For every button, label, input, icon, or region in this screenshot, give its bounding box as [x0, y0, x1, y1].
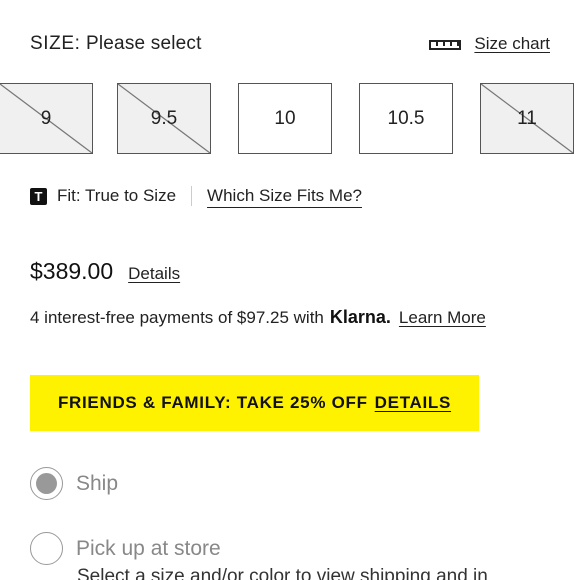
which-size-fits-link[interactable]: Which Size Fits Me?	[207, 186, 362, 206]
size-option-label: 10.5	[387, 107, 425, 129]
size-option-label: 9.5	[150, 107, 178, 129]
price-details-link[interactable]: Details	[128, 264, 180, 284]
size-option-10[interactable]: 10	[238, 83, 332, 154]
size-option-10-5[interactable]: 10.5	[359, 83, 453, 154]
size-chart-label: Size chart	[474, 34, 550, 53]
promo-text: FRIENDS & FAMILY: TAKE 25% OFF	[57, 393, 368, 412]
delivery-option-pickup[interactable]: Pick up at store	[30, 532, 221, 565]
product-options-panel: SIZE: Please select Size chart 9 9.5 10 …	[0, 0, 580, 580]
promo-banner: FRIENDS & FAMILY: TAKE 25% OFF DETAILS	[30, 375, 479, 431]
true-to-size-badge-icon: T	[30, 187, 47, 205]
fit-row: T Fit: True to Size Which Size Fits Me?	[30, 186, 362, 206]
klarna-row: 4 interest-free payments of $97.25 with …	[30, 307, 486, 328]
size-option-9[interactable]: 9	[0, 83, 93, 154]
radio-button[interactable]	[30, 532, 63, 565]
divider	[191, 186, 193, 206]
size-label: SIZE:	[30, 33, 81, 54]
delivery-option-ship[interactable]: Ship	[30, 467, 118, 500]
shipping-note: Select a size and/or color to view shipp…	[77, 566, 488, 580]
price-row: $389.00 Details	[30, 258, 180, 285]
size-header: SIZE: Please select	[30, 33, 202, 55]
size-option-11[interactable]: 11	[480, 83, 574, 154]
promo-details-link[interactable]: DETAILS	[375, 393, 451, 413]
radio-button[interactable]	[30, 467, 63, 500]
klarna-text: 4 interest-free payments of $97.25 with	[30, 308, 324, 327]
klarna-logo: Klarna.	[329, 307, 391, 327]
size-value: Please select	[86, 33, 202, 54]
fit-text: Fit: True to Size	[57, 186, 177, 205]
size-option-9-5[interactable]: 9.5	[117, 83, 211, 154]
klarna-learn-more-link[interactable]: Learn More	[399, 308, 486, 328]
price: $389.00	[30, 258, 114, 284]
size-option-label: 11	[517, 107, 537, 129]
delivery-option-label: Pick up at store	[76, 536, 221, 560]
delivery-option-label: Ship	[76, 471, 119, 495]
radio-selected-dot	[36, 473, 57, 494]
ruler-icon	[429, 40, 462, 50]
size-option-label: 10	[274, 107, 296, 129]
size-option-label: 9	[40, 107, 52, 129]
size-chart-link[interactable]: Size chart	[429, 34, 550, 54]
